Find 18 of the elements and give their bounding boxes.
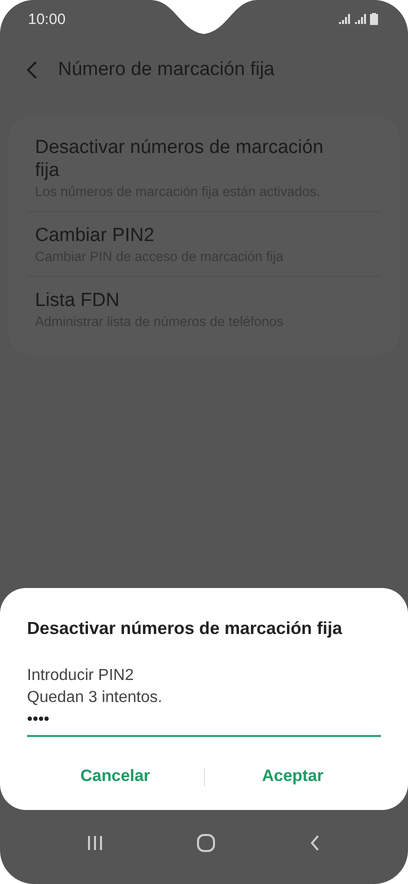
pin-field[interactable]: •••• bbox=[27, 709, 381, 737]
status-time: 10:00 bbox=[28, 10, 66, 28]
dialog-title: Desactivar números de marcación fija bbox=[27, 618, 344, 639]
setting-title[interactable]: Desactivar números de marcación fija bbox=[35, 136, 331, 182]
dialog-button[interactable]: Cancelar bbox=[27, 759, 204, 794]
home-icon[interactable] bbox=[196, 833, 216, 853]
dialog-message: Introducir PIN2 bbox=[27, 666, 135, 686]
signal-icon bbox=[354, 14, 367, 24]
dialog-message: Quedan 3 intentos. bbox=[27, 688, 164, 708]
back-icon[interactable] bbox=[309, 834, 322, 852]
back-icon[interactable] bbox=[26, 60, 38, 80]
screen-title: Número de marcación fija bbox=[58, 59, 274, 81]
setting-title[interactable]: Lista FDN bbox=[35, 289, 331, 312]
signal-icon bbox=[338, 14, 351, 24]
dialog-button[interactable]: Aceptar bbox=[204, 759, 381, 794]
recent-apps-icon[interactable] bbox=[86, 835, 103, 851]
setting-title[interactable]: Cambiar PIN2 bbox=[35, 224, 331, 247]
battery-icon bbox=[370, 13, 378, 25]
